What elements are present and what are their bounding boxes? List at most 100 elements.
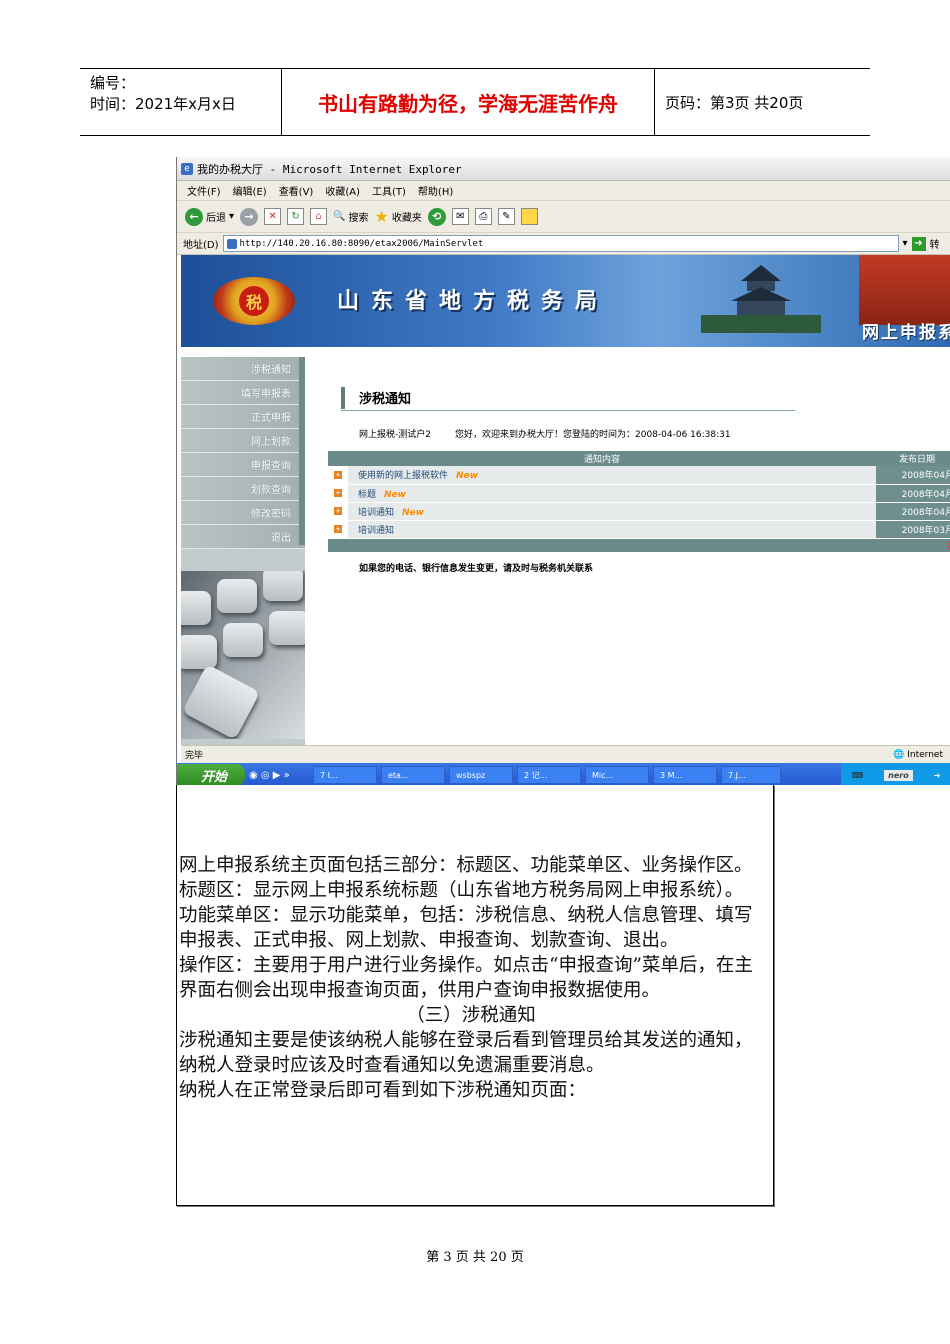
section-header: 涉税通知 <box>341 385 795 411</box>
window-title: 我的办税大厅 - Microsoft Internet Explorer <box>197 162 462 176</box>
welcome-user: 网上报税-测试户2 <box>359 430 431 440</box>
notice-date: 2008年04月 <box>876 502 950 521</box>
banner-title: 山东省地方税务局 <box>337 288 610 314</box>
business-operation-area: 涉税通知 网上报税-测试户2 您好，欢迎来到办税大厅！您登陆的时间为：2008-… <box>317 357 950 745</box>
header-page-info: 页码：第3页 共20页 <box>665 93 804 112</box>
task-button[interactable]: 7 I... <box>313 766 377 784</box>
print-icon[interactable]: ⎙ <box>474 208 492 225</box>
body-paragraph: 操作区：主要用于用户进行业务操作。如点击“申报查询”菜单后，在主界面右侧会出现申… <box>179 955 753 1001</box>
keyboard-image <box>181 571 305 739</box>
star-icon: ★ <box>374 207 389 226</box>
notice-table-header: 通知内容 发布日期 <box>328 451 950 466</box>
go-arrow-icon[interactable]: ➜ <box>911 236 926 251</box>
welcome-line: 网上报税-测试户2 您好，欢迎来到办税大厅！您登陆的时间为：2008-04-06… <box>359 427 731 440</box>
go-label[interactable]: 转 <box>930 236 940 251</box>
welcome-message: 您好，欢迎来到办税大厅！您登陆的时间为：2008-04-06 16:38:31 <box>454 430 731 440</box>
task-button[interactable]: 3 M... <box>653 766 717 784</box>
menu-tools[interactable]: 工具(T) <box>372 183 406 198</box>
body-paragraph: 网上申报系统主页面包括三部分：标题区、功能菜单区、业务操作区。 <box>179 855 753 876</box>
function-menu-sidebar: 涉税通知 填写申报表 正式申报 网上划款 申报查询 划款查询 修改密码 退出 <box>181 357 305 745</box>
globe-icon: 🌐 <box>893 749 905 760</box>
home-icon[interactable]: ⌂ <box>310 208 328 225</box>
sidebar-item-fill-form[interactable]: 填写申报表 <box>181 381 305 405</box>
address-label: 地址(D) <box>183 240 219 251</box>
notes-icon[interactable] <box>520 208 538 225</box>
contact-notice: 如果您的电话、银行信息发生变更，请及时与税务机关联系 <box>359 564 594 574</box>
body-text-box: 网上申报系统主页面包括三部分：标题区、功能菜单区、业务操作区。 标题区：显示网上… <box>176 785 774 1206</box>
task-button[interactable]: eta... <box>381 766 445 784</box>
header-content: 通知内容 <box>583 455 620 465</box>
history-icon[interactable]: ⟲ <box>427 207 446 226</box>
table-row[interactable]: + 培训通知 2008年03月 <box>328 520 950 539</box>
notice-date: 2008年03月 <box>876 520 950 539</box>
plus-icon: + <box>334 525 342 533</box>
serial-label: 编号： <box>90 74 136 92</box>
task-button[interactable]: 2 记... <box>517 766 581 784</box>
menu-edit[interactable]: 编辑(E) <box>233 183 267 198</box>
notice-date: 2008年04月 <box>876 484 950 503</box>
menu-help[interactable]: 帮助(H) <box>418 183 453 198</box>
nero-icon[interactable]: nero <box>884 769 913 781</box>
header-meta: 编号： 时间：2021年x月x日 <box>80 69 282 135</box>
mail-icon[interactable]: ✉ <box>451 208 469 225</box>
banner-subtitle: 网上申报系 <box>862 323 950 343</box>
sidebar-item-online-transfer[interactable]: 网上划款 <box>181 429 305 453</box>
table-row[interactable]: + 培训通知 New 2008年04月 <box>328 502 950 521</box>
windows-taskbar: 开始 ◉ ◎ ▶ » 7 I... eta... wsbspz 2 记... M… <box>177 763 950 785</box>
menu-file[interactable]: 文件(F) <box>187 183 221 198</box>
status-bar: 完毕 🌐 Internet <box>181 745 950 763</box>
sidebar-item-declare-query[interactable]: 申报查询 <box>181 453 305 477</box>
body-paragraph: 涉税通知主要是使该纳税人能够在登录后看到管理员给其发送的通知，纳税人登录时应该及… <box>179 1030 753 1076</box>
refresh-icon[interactable]: ↻ <box>287 208 305 225</box>
sidebar-item-logout[interactable]: 退出 <box>181 525 305 549</box>
back-button[interactable]: ← 后退 ▾ <box>185 207 235 226</box>
task-button[interactable]: Mic... <box>585 766 649 784</box>
stop-icon[interactable]: ✕ <box>264 208 282 225</box>
date-label: 时间：2021年x月x日 <box>90 95 236 113</box>
arrow-icon[interactable]: ➜ <box>934 771 941 780</box>
ie-icon: e <box>181 162 193 175</box>
task-button[interactable]: wsbspz <box>449 766 513 784</box>
sidebar-item-transfer-query[interactable]: 划款查询 <box>181 477 305 501</box>
sidebar-item-change-password[interactable]: 修改密码 <box>181 501 305 525</box>
site-banner: 税 山东省地方税务局 网上申报系 <box>181 255 950 347</box>
search-button[interactable]: 🔍 搜索 <box>333 209 368 224</box>
address-bar: 地址(D) http://140.20.16.80:8090/etax2006/… <box>177 233 950 255</box>
edit-icon[interactable]: ✎ <box>497 208 515 225</box>
notice-title[interactable]: 培训通知 <box>358 508 394 518</box>
menu-favorites[interactable]: 收藏(A) <box>325 183 360 198</box>
emblem-text: 税 <box>239 286 269 316</box>
sidebar-strip <box>299 357 305 545</box>
page-header-table: 编号： 时间：2021年x月x日 书山有路勤为径，学海无涯苦作舟 页码：第3页 … <box>80 68 870 136</box>
table-row[interactable]: + 使用新的网上报税软件 New 2008年04月 <box>328 466 950 485</box>
body-paragraph: 纳税人在正常登录后即可看到如下涉税通知页面： <box>179 1080 587 1101</box>
address-dropdown-icon[interactable]: ▾ <box>903 238 908 249</box>
forward-arrow-icon[interactable]: → <box>240 207 259 226</box>
favorites-label: 收藏夹 <box>391 213 422 224</box>
notice-table-footer: 更 <box>328 538 950 552</box>
keyboard-icon[interactable]: ⌨ <box>852 771 864 780</box>
notice-title[interactable]: 培训通知 <box>358 526 394 536</box>
header-date: 发布日期 <box>898 455 935 465</box>
sidebar-item-tax-notice[interactable]: 涉税通知 <box>181 357 305 381</box>
quick-launch-icons[interactable]: ◉ ◎ ▶ » <box>249 770 309 781</box>
mountain-rock-image <box>859 255 950 325</box>
favorites-button[interactable]: ★ 收藏夹 <box>374 207 421 226</box>
menu-view[interactable]: 查看(V) <box>279 183 314 198</box>
plus-icon: + <box>334 470 342 479</box>
header-motto: 书山有路勤为径，学海无涯苦作舟 <box>282 69 655 135</box>
section-title: 涉税通知 <box>359 392 412 407</box>
task-button[interactable]: 7.J... <box>721 766 781 784</box>
start-button[interactable]: 开始 <box>177 764 245 785</box>
sidebar-item-formal-declare[interactable]: 正式申报 <box>181 405 305 429</box>
notice-title[interactable]: 标题 <box>358 490 376 500</box>
back-arrow-icon: ← <box>185 207 203 226</box>
window-titlebar: e 我的办税大厅 - Microsoft Internet Explorer <box>177 157 950 181</box>
more-link[interactable]: 更 <box>328 538 950 552</box>
chevron-down-icon: ▾ <box>229 211 235 222</box>
plus-icon: + <box>334 489 342 497</box>
notice-title[interactable]: 使用新的网上报税软件 <box>358 471 448 481</box>
table-row[interactable]: + 标题 New 2008年04月 <box>328 484 950 503</box>
new-badge: New <box>456 471 478 482</box>
address-input[interactable]: http://140.20.16.80:8090/etax2006/MainSe… <box>222 235 899 252</box>
